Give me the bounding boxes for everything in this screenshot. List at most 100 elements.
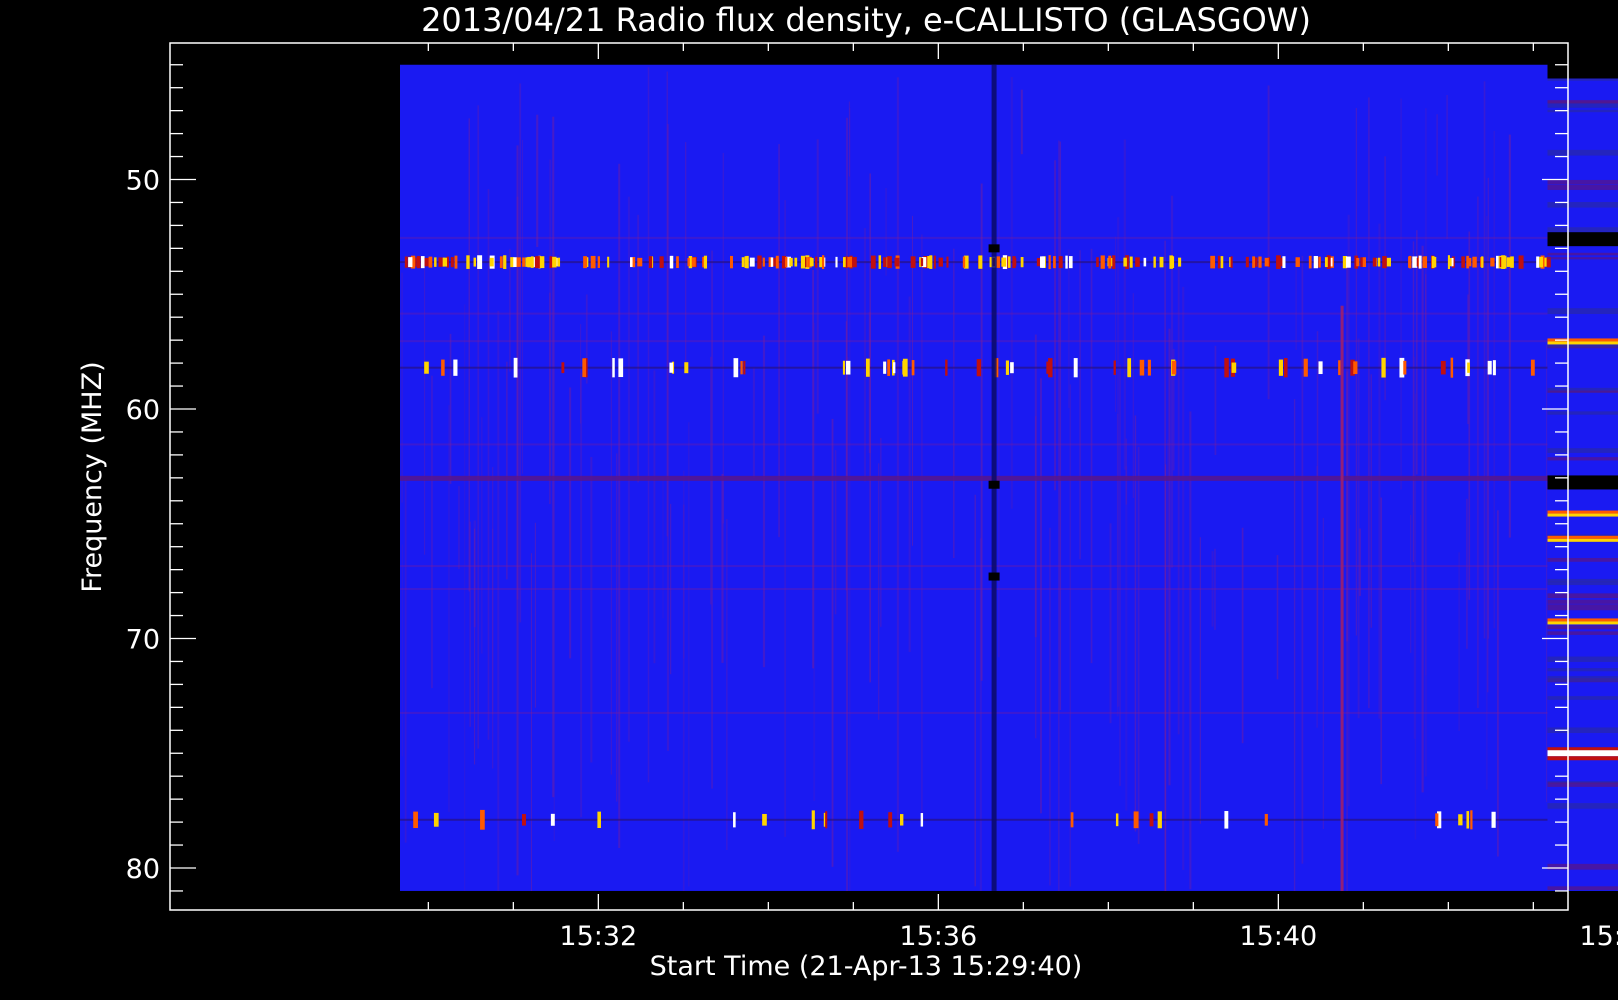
interference-burst xyxy=(978,255,983,269)
late-texture-band xyxy=(1547,557,1618,562)
interference-burst xyxy=(637,257,643,267)
noise-streak xyxy=(1477,196,1479,708)
noise-streak xyxy=(536,114,539,247)
interference-burst xyxy=(590,255,596,269)
interference-burst xyxy=(1338,360,1341,376)
interference-burst xyxy=(550,813,555,826)
interference-burst xyxy=(883,257,887,267)
interference-burst xyxy=(1135,257,1140,267)
interference-burst xyxy=(691,257,696,267)
noise-streak xyxy=(1214,345,1217,456)
interference-burst xyxy=(929,255,933,269)
late-texture-band xyxy=(1547,676,1618,682)
interference-burst xyxy=(1264,813,1268,826)
noise-streak xyxy=(1436,114,1438,176)
noise-streak xyxy=(424,265,426,555)
spectrogram-chart: 2013/04/21 Radio flux density, e-CALLIST… xyxy=(0,0,1618,1000)
noise-streak xyxy=(506,361,508,580)
interference-burst xyxy=(443,257,448,267)
interference-burst xyxy=(648,256,653,269)
interference-burst xyxy=(1258,256,1262,268)
interference-burst xyxy=(1472,256,1477,268)
interference-burst xyxy=(557,257,561,267)
interference-burst xyxy=(1491,811,1496,828)
interference-burst xyxy=(893,362,896,374)
noise-streak xyxy=(401,272,403,503)
noise-streak xyxy=(1241,527,1244,744)
interference-burst xyxy=(1536,256,1540,268)
interference-burst xyxy=(453,359,458,376)
interference-burst xyxy=(503,255,507,269)
interference-burst xyxy=(1115,813,1119,827)
interference-burst xyxy=(1127,358,1132,378)
interference-burst xyxy=(1518,255,1524,269)
noise-streak xyxy=(1458,552,1460,732)
interference-burst xyxy=(845,360,851,375)
interference-burst xyxy=(416,256,421,269)
interference-burst xyxy=(612,358,615,378)
interference-burst xyxy=(938,257,943,267)
interference-burst xyxy=(1036,258,1040,267)
interference-burst xyxy=(1295,257,1300,267)
noise-streak xyxy=(492,467,494,769)
late-texture-band xyxy=(1547,257,1618,260)
interference-burst xyxy=(1412,256,1418,268)
noise-streak xyxy=(1295,262,1298,350)
interference-burst xyxy=(450,257,454,268)
interference-burst xyxy=(1217,255,1221,269)
noise-streak xyxy=(618,163,621,849)
interference-burst xyxy=(762,813,767,826)
interference-burst xyxy=(527,256,532,268)
interference-burst xyxy=(607,256,610,268)
interference-burst xyxy=(1422,256,1426,268)
noise-streak xyxy=(762,335,766,668)
noise-streak xyxy=(590,456,593,763)
interference-burst xyxy=(842,360,846,375)
interference-burst xyxy=(1418,255,1422,269)
faint-band xyxy=(400,588,1548,591)
interference-burst xyxy=(404,256,408,268)
interference-burst xyxy=(1252,256,1256,268)
late-texture-band xyxy=(1547,782,1618,787)
interference-burst xyxy=(1303,358,1308,377)
interference-burst xyxy=(632,257,636,268)
interference-burst xyxy=(1278,359,1283,376)
interference-band xyxy=(400,818,1548,821)
noise-streak xyxy=(1378,223,1381,719)
faint-band xyxy=(400,565,1548,568)
interference-burst xyxy=(1149,813,1154,827)
broadband-line xyxy=(1340,305,1344,891)
interference-burst xyxy=(883,361,887,374)
noise-streak xyxy=(666,71,668,537)
noise-streak xyxy=(1267,85,1270,400)
noise-streak xyxy=(497,310,500,891)
y-tick-label: 80 xyxy=(126,854,160,885)
interference-burst xyxy=(1245,256,1249,268)
interference-burst xyxy=(1230,256,1233,268)
interference-burst xyxy=(1318,256,1321,268)
noise-streak xyxy=(431,375,433,689)
noise-streak xyxy=(813,322,816,801)
noise-streak xyxy=(549,292,551,504)
interference-burst xyxy=(552,256,557,268)
noise-streak xyxy=(1410,514,1412,653)
noise-streak xyxy=(1546,344,1548,803)
interference-burst xyxy=(441,359,445,376)
noise-streak xyxy=(474,528,476,765)
interference-burst xyxy=(743,360,746,375)
noise-streak xyxy=(997,162,1000,658)
late-texture-band xyxy=(1547,448,1618,453)
x-tick-label: 15:40 xyxy=(1239,921,1317,952)
interference-burst xyxy=(1487,360,1492,375)
noise-streak xyxy=(1483,81,1486,639)
interference-burst xyxy=(1133,811,1139,829)
noise-streak xyxy=(1466,498,1468,649)
interference-burst xyxy=(433,812,439,827)
interference-burst xyxy=(669,362,674,373)
interference-burst xyxy=(1046,361,1052,374)
interference-burst xyxy=(522,257,526,267)
interference-burst xyxy=(477,255,483,269)
interference-burst xyxy=(962,256,966,268)
noise-streak xyxy=(721,473,724,663)
gap-marker xyxy=(988,244,1000,253)
